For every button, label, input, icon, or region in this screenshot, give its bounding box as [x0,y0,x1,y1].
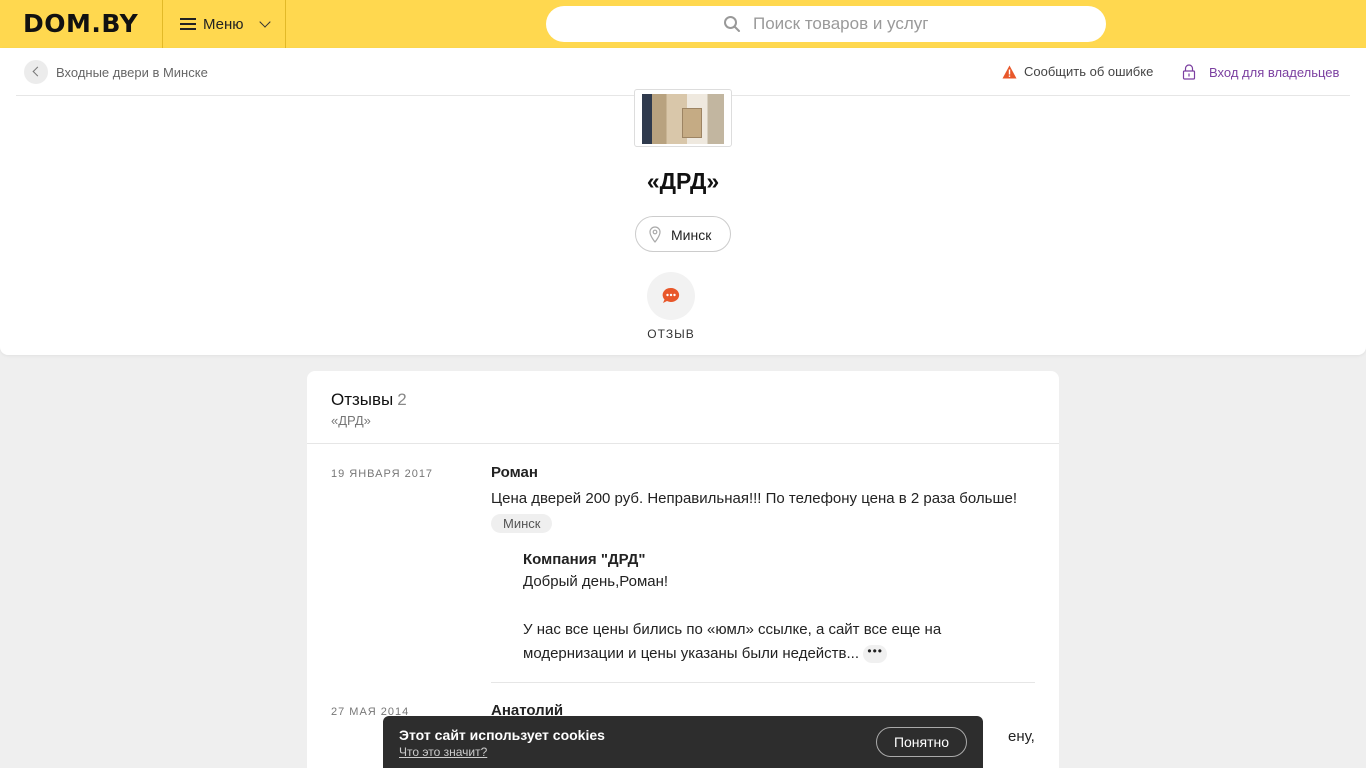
reviews-card: Отзывы 2 «ДРД» 19 ЯНВАРЯ 2017 Роман Цена … [307,371,1059,768]
reviews-count: 2 [397,390,407,409]
divider [307,443,1059,444]
report-error-label: Сообщить об ошибке [1024,64,1154,79]
reply-line: модернизации и цены указаны были недейст… [523,645,860,662]
reviews-heading: Отзывы 2 [331,390,407,410]
chevron-down-icon [259,16,271,28]
review-author: Роман [491,464,538,481]
write-review-button[interactable] [647,272,695,320]
cookie-info-link[interactable]: Что это значит? [399,745,487,759]
logo[interactable]: DOM.BY [23,9,138,38]
hamburger-icon [180,18,196,30]
write-review-label: ОТЗЫВ [647,327,695,341]
company-reply: Компания "ДРД" Добрый день,Роман! У нас … [523,551,1023,666]
menu-label: Меню [203,15,244,33]
city-label: Минск [671,227,712,243]
search-input[interactable] [753,14,1083,34]
review-city-tag[interactable]: Минск [491,514,553,533]
search-bar[interactable] [546,6,1106,42]
search-icon [724,16,740,32]
company-photo-image [642,94,724,144]
warning-icon [1002,65,1017,78]
lock-icon [1182,64,1196,80]
reply-author: Компания "ДРД" [523,551,646,568]
reviews-title: Отзывы [331,390,394,409]
company-name: «ДРД» [646,168,720,194]
reply-line: Добрый день,Роман! [523,573,669,590]
expand-more-button[interactable]: ••• [863,645,888,664]
owner-login-link[interactable]: Вход для владельцев [1182,64,1339,80]
owner-login-label: Вход для владельцев [1209,64,1340,80]
review-separator [491,682,1035,683]
company-panel: Входные двери в Минске Сообщить об ошибк… [0,48,1366,355]
reply-line-truncated: модернизации и цены указаны были недейст… [523,642,1023,666]
review-date: 19 ЯНВАРЯ 2017 [331,468,434,480]
review-text: Цена дверей 200 руб. Неправильная!!! По … [491,490,1018,507]
back-button[interactable] [24,60,48,84]
breadcrumb[interactable]: Входные двери в Минске [56,65,208,80]
company-photo[interactable] [634,89,732,147]
chat-bubble-icon [662,287,680,303]
top-bar: DOM.BY Меню [0,0,1366,48]
location-pin-icon [649,226,661,243]
report-error-link[interactable]: Сообщить об ошибке [1002,64,1153,79]
review-text-fragment: ену, [1008,728,1035,745]
cookie-banner: Этот сайт использует cookies Что это зна… [383,716,983,768]
city-pill[interactable]: Минск [635,216,731,252]
reply-blank-line [523,594,1023,618]
menu-button[interactable]: Меню [162,0,286,48]
cookie-accept-button[interactable]: Понятно [876,727,967,757]
reviews-subtitle: «ДРД» [331,413,371,428]
reply-line: У нас все цены бились по «юмл» ссылке, а… [523,621,942,638]
cookie-title: Этот сайт использует cookies [399,727,605,743]
